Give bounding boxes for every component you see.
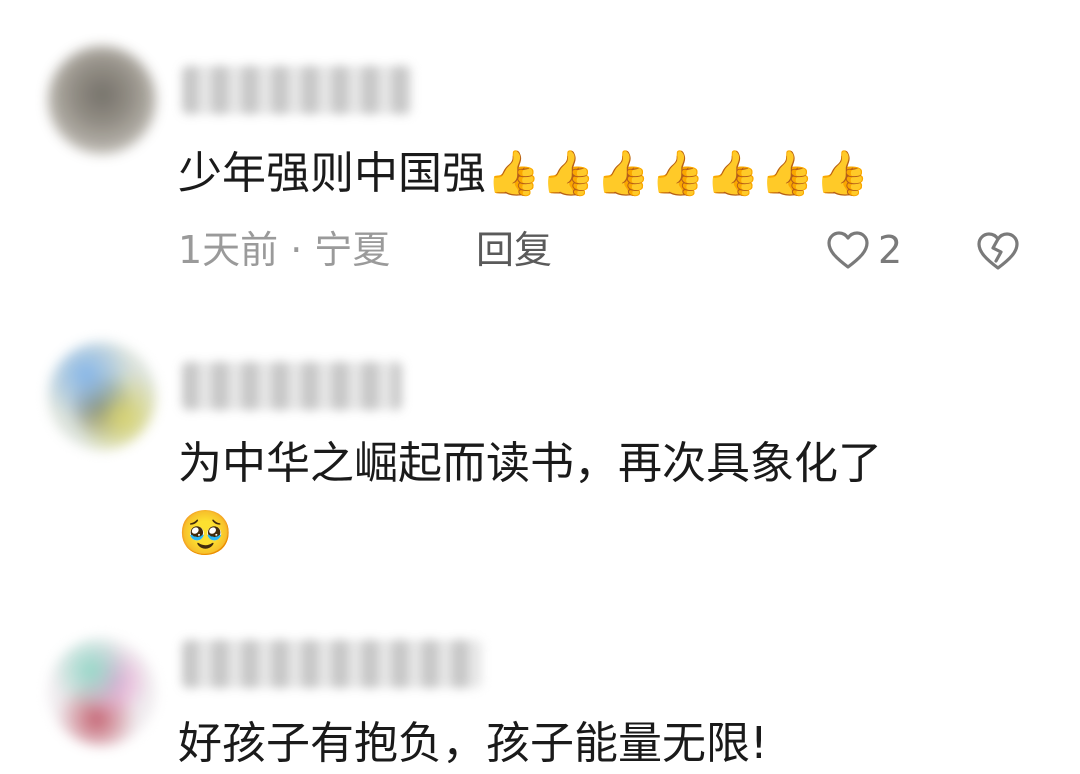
reply-button[interactable]: 回复 bbox=[476, 228, 552, 272]
comment-meta: 1天前 · 宁夏 bbox=[178, 228, 390, 272]
comment-item: 少年强则中国强👍👍👍👍👍👍👍 1天前 · 宁夏 回复 2 bbox=[0, 0, 1080, 300]
comment-emoji-line: 🥹 bbox=[178, 506, 233, 562]
comment-text: 好孩子有抱负，孩子能量无限! bbox=[178, 716, 768, 772]
comment-time: 1天前 bbox=[178, 228, 279, 272]
avatar[interactable] bbox=[48, 46, 156, 154]
avatar[interactable] bbox=[48, 342, 156, 450]
broken-heart-icon bbox=[974, 230, 1022, 272]
comment-body: 少年强则中国强 bbox=[178, 148, 486, 199]
username-blurred[interactable] bbox=[182, 66, 412, 114]
like-button[interactable]: 2 bbox=[826, 228, 902, 272]
avatar[interactable] bbox=[48, 638, 156, 746]
comment-location: 宁夏 bbox=[314, 228, 391, 272]
comment-text: 少年强则中国强👍👍👍👍👍👍👍 bbox=[178, 146, 870, 202]
pleading-face-icon: 🥹 bbox=[178, 508, 233, 559]
comment-text: 为中华之崛起而读书，再次具象化了 bbox=[178, 436, 882, 492]
comment-list: 少年强则中国强👍👍👍👍👍👍👍 1天前 · 宁夏 回复 2 为中华之崛起而读书，再… bbox=[0, 0, 1080, 774]
heart-outline-icon bbox=[826, 230, 870, 270]
username-blurred[interactable] bbox=[182, 640, 482, 688]
meta-separator: · bbox=[290, 228, 303, 272]
like-count: 2 bbox=[878, 228, 903, 272]
username-blurred[interactable] bbox=[182, 362, 402, 410]
comment-item: 好孩子有抱负，孩子能量无限! bbox=[0, 610, 1080, 774]
thumbs-up-icon: 👍👍👍👍👍👍👍 bbox=[486, 148, 870, 199]
comment-item: 为中华之崛起而读书，再次具象化了 🥹 bbox=[0, 310, 1080, 600]
dislike-button[interactable] bbox=[974, 230, 1022, 272]
comment-body: 好孩子有抱负，孩子能量无限! bbox=[178, 718, 768, 769]
comment-body: 为中华之崛起而读书，再次具象化了 bbox=[178, 438, 882, 489]
